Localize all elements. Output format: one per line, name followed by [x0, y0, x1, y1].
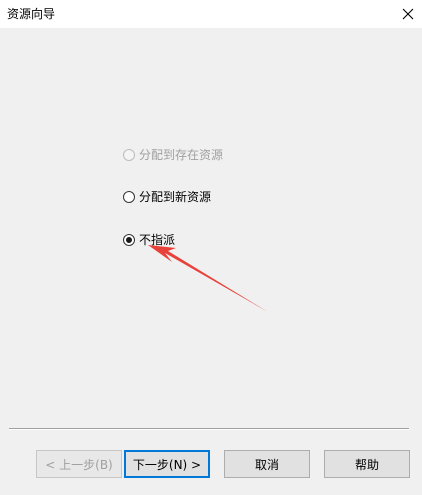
radio-button-checked[interactable] [123, 233, 135, 246]
option-no-assign[interactable]: 不指派 [123, 231, 175, 248]
separator [9, 428, 409, 430]
cancel-button[interactable]: 取消 [224, 450, 310, 478]
next-button[interactable]: 下一步(N) > [124, 450, 210, 478]
back-button[interactable]: < 上一步(B) [36, 450, 122, 478]
help-button[interactable]: 帮助 [324, 450, 410, 478]
option-label: 分配到存在资源 [139, 148, 224, 162]
window-title: 资源向导 [7, 7, 56, 21]
option-label: 不指派 [139, 233, 176, 247]
option-assign-existing[interactable]: 分配到存在资源 [123, 146, 223, 163]
radio-button[interactable] [123, 190, 135, 203]
option-label: 分配到新资源 [139, 190, 212, 204]
close-icon [402, 8, 414, 20]
annotation-arrow [148, 245, 268, 312]
title-bar: 资源向导 [0, 0, 422, 28]
close-button[interactable] [394, 0, 422, 28]
option-assign-new[interactable]: 分配到新资源 [123, 188, 211, 205]
radio-button-disabled[interactable] [123, 148, 135, 161]
